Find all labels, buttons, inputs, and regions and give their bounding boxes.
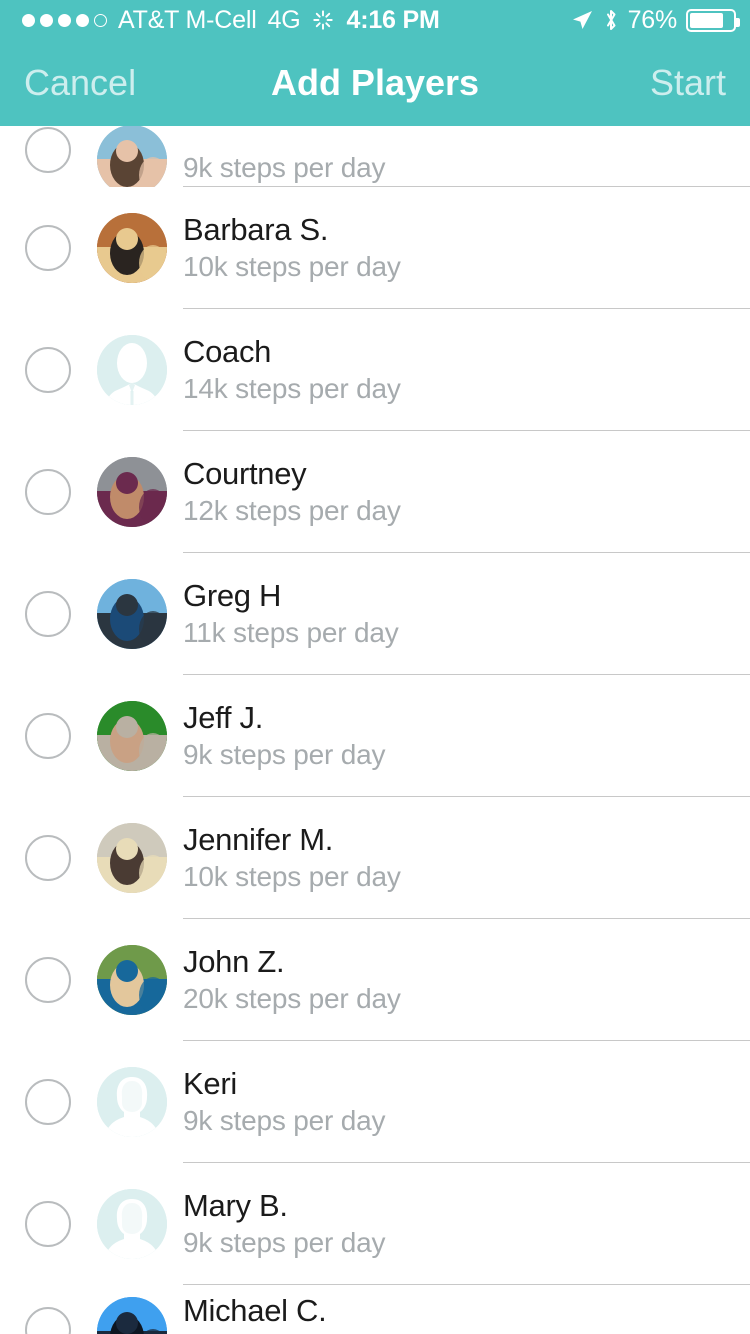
select-player-checkbox[interactable] xyxy=(25,127,71,173)
status-bar-left: AT&T M-Cell 4G 4:16 PM xyxy=(0,6,440,35)
player-row[interactable]: Jennifer M. 10k steps per day xyxy=(0,797,750,919)
signal-strength-icon xyxy=(22,13,107,27)
select-player-checkbox[interactable] xyxy=(25,835,71,881)
clock-label: 4:16 PM xyxy=(346,5,440,34)
player-name: Jennifer M. xyxy=(183,821,334,857)
battery-percent-label: 76% xyxy=(627,5,678,34)
carrier-label: AT&T M-Cell xyxy=(118,5,257,34)
player-steps-goal: 12k steps per day xyxy=(183,495,401,527)
player-row[interactable]: Coach 14k steps per day xyxy=(0,309,750,431)
player-row[interactable]: Courtney 12k steps per day xyxy=(0,431,750,553)
player-steps-goal: 9k steps per day xyxy=(183,1105,386,1137)
avatar xyxy=(97,1067,167,1137)
player-info: Jeff J. 9k steps per day xyxy=(183,700,385,772)
player-row[interactable]: Greg H 11k steps per day xyxy=(0,553,750,675)
network-type-label: 4G xyxy=(267,5,301,34)
player-info: Coach 14k steps per day xyxy=(183,334,401,406)
status-bar: AT&T M-Cell 4G 4:16 PM 76% xyxy=(0,0,750,40)
select-player-checkbox[interactable] xyxy=(25,347,71,393)
player-row[interactable]: 9k steps per day xyxy=(0,126,750,195)
player-row[interactable]: Jeff J. 9k steps per day xyxy=(0,675,750,797)
location-arrow-icon xyxy=(570,8,594,32)
avatar xyxy=(97,1189,167,1259)
avatar xyxy=(97,126,167,195)
avatar xyxy=(97,579,167,649)
player-info: Michael C. xyxy=(183,1293,327,1330)
player-name: Courtney xyxy=(183,455,307,491)
avatar xyxy=(97,945,167,1015)
player-row[interactable]: Michael C. xyxy=(0,1285,750,1334)
player-info: Barbara S. 10k steps per day xyxy=(183,212,401,284)
status-bar-right: 76% xyxy=(570,5,740,35)
spinner-icon xyxy=(312,9,334,31)
player-row[interactable]: John Z. 20k steps per day xyxy=(0,919,750,1041)
player-name: Greg H xyxy=(183,577,282,613)
player-list[interactable]: 9k steps per day Barbara S. 10k steps per … xyxy=(0,126,750,1334)
avatar xyxy=(97,335,167,405)
player-name: Mary B. xyxy=(183,1187,288,1223)
player-info: Courtney 12k steps per day xyxy=(183,456,401,528)
player-info: Keri 9k steps per day xyxy=(183,1066,385,1138)
player-row[interactable]: Keri 9k steps per day xyxy=(0,1041,750,1163)
select-player-checkbox[interactable] xyxy=(25,225,71,271)
select-player-checkbox[interactable] xyxy=(25,1307,71,1334)
player-steps-goal: 14k steps per day xyxy=(183,373,401,405)
player-steps-goal: 9k steps per day xyxy=(183,739,386,771)
avatar xyxy=(97,1297,167,1334)
avatar xyxy=(97,457,167,527)
player-info: Jennifer M. 10k steps per day xyxy=(183,822,401,894)
bluetooth-icon xyxy=(603,8,619,32)
player-steps-goal: 11k steps per day xyxy=(183,617,399,649)
player-steps-goal: 10k steps per day xyxy=(183,861,401,893)
player-info: Mary B. 9k steps per day xyxy=(183,1188,385,1260)
player-steps-goal: 10k steps per day xyxy=(183,251,401,283)
player-name: Jeff J. xyxy=(183,699,264,735)
avatar xyxy=(97,213,167,283)
start-button[interactable]: Start xyxy=(626,65,750,101)
add-players-screen: AT&T M-Cell 4G 4:16 PM 76% Cancel Add Pl… xyxy=(0,0,750,1334)
player-info: 9k steps per day xyxy=(183,149,385,187)
player-info: John Z. 20k steps per day xyxy=(183,944,401,1016)
player-steps-goal: 20k steps per day xyxy=(183,983,401,1015)
select-player-checkbox[interactable] xyxy=(25,1079,71,1125)
player-name: John Z. xyxy=(183,943,285,979)
avatar xyxy=(97,823,167,893)
select-player-checkbox[interactable] xyxy=(25,713,71,759)
player-steps-goal: 9k steps per day xyxy=(183,1227,386,1259)
cancel-button[interactable]: Cancel xyxy=(0,65,160,101)
select-player-checkbox[interactable] xyxy=(25,591,71,637)
player-name: Michael C. xyxy=(183,1293,327,1328)
player-row[interactable]: Mary B. 9k steps per day xyxy=(0,1163,750,1285)
player-name: Coach xyxy=(183,333,272,369)
select-player-checkbox[interactable] xyxy=(25,469,71,515)
player-info: Greg H 11k steps per day xyxy=(183,578,399,650)
player-row[interactable]: Barbara S. 10k steps per day xyxy=(0,187,750,309)
nav-bar: Cancel Add Players Start xyxy=(0,40,750,126)
battery-icon xyxy=(686,8,740,32)
avatar xyxy=(97,701,167,771)
select-player-checkbox[interactable] xyxy=(25,957,71,1003)
player-name: Keri xyxy=(183,1065,237,1101)
player-steps-goal: 9k steps per day xyxy=(183,152,386,184)
player-name: Barbara S. xyxy=(183,211,329,247)
select-player-checkbox[interactable] xyxy=(25,1201,71,1247)
